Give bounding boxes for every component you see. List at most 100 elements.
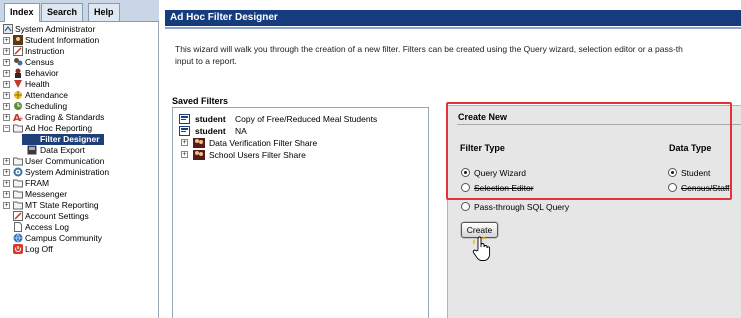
intro-line-1: This wizard will walk you through the cr… (175, 44, 683, 54)
tree-item-log-off[interactable]: Log Off (0, 244, 158, 255)
folder-icon (13, 179, 23, 188)
tree-item-label: Campus Community (25, 233, 102, 243)
tree-item-ad-hoc-reporting[interactable]: − Ad Hoc Reporting (0, 123, 158, 134)
tree-item-instruction[interactable]: + Instruction (0, 46, 158, 57)
title-divider (165, 27, 741, 29)
shared-folder-icon (193, 138, 205, 148)
expand-icon[interactable]: + (3, 59, 10, 66)
folder-icon (13, 190, 23, 199)
expand-icon[interactable]: + (3, 180, 10, 187)
saved-filter-type: student (195, 126, 226, 136)
tab-help[interactable]: Help (88, 3, 120, 21)
tree-item-label: System Administration (25, 167, 110, 177)
tab-index[interactable]: Index (4, 3, 40, 22)
expand-icon[interactable]: + (3, 169, 10, 176)
saved-filters-list: student Copy of Free/Reduced Meal Studen… (172, 107, 429, 318)
intro-text: This wizard will walk you through the cr… (175, 43, 741, 67)
shared-folder-icon (193, 150, 205, 160)
svg-text:+: + (18, 115, 23, 122)
tree-item-scheduling[interactable]: + Scheduling (0, 101, 158, 112)
student-info-icon (13, 35, 23, 45)
tree-item-system-administrator[interactable]: System Administrator (0, 24, 158, 35)
saved-filter-name: Data Verification Filter Share (209, 138, 318, 148)
expand-icon[interactable]: + (3, 92, 10, 99)
tree-item-system-administration[interactable]: + System Administration (0, 167, 158, 178)
system-admin-icon (13, 167, 23, 177)
expand-icon[interactable]: + (3, 202, 10, 209)
expand-icon[interactable]: + (3, 48, 10, 55)
expand-icon[interactable]: + (3, 37, 10, 44)
saved-filters-heading: Saved Filters (172, 96, 229, 106)
tree-item-filter-designer[interactable]: Filter Designer (0, 134, 158, 145)
account-settings-icon (13, 211, 23, 221)
tree-item-label: Grading & Standards (25, 112, 105, 122)
tree-item-label: Census (25, 57, 54, 67)
tree-item-label: FRAM (25, 178, 50, 188)
saved-filter-name: School Users Filter Share (209, 150, 306, 160)
tree-item-label: Filter Designer (22, 134, 104, 145)
tree-item-label: User Communication (25, 156, 105, 166)
intro-line-2: input to a report. (175, 56, 237, 66)
tree-item-label: Data Export (40, 145, 85, 155)
hand-pointer-icon (472, 236, 491, 261)
tree-item-student-information[interactable]: + Student Information (0, 35, 158, 46)
tree-item-label: Log Off (25, 244, 53, 254)
tree-item-label: Scheduling (25, 101, 68, 111)
campus-community-icon (13, 233, 23, 243)
expand-icon[interactable]: + (3, 158, 10, 165)
saved-filter-name: NA (235, 126, 247, 136)
expand-icon[interactable]: + (3, 81, 10, 88)
tree-item-label: Account Settings (25, 211, 89, 221)
query-filter-icon (179, 114, 190, 124)
page-title-bar: Ad Hoc Filter Designer (165, 10, 741, 26)
health-icon (14, 80, 22, 88)
tree-item-fram[interactable]: + FRAM (0, 178, 158, 189)
tree-item-campus-community[interactable]: Campus Community (0, 233, 158, 244)
tree-item-data-export[interactable]: Data Export (0, 145, 158, 156)
saved-filter-name: Copy of Free/Reduced Meal Students (235, 114, 378, 124)
behavior-icon (15, 68, 21, 78)
tree-item-health[interactable]: + Health (0, 79, 158, 90)
expand-icon[interactable]: + (3, 103, 10, 110)
tree-item-behavior[interactable]: + Behavior (0, 68, 158, 79)
scheduling-icon (14, 102, 22, 110)
tree-item-census[interactable]: + Census (0, 57, 158, 68)
page-title: Ad Hoc Filter Designer (170, 12, 278, 23)
tab-search[interactable]: Search (41, 3, 84, 21)
tree-item-label: Access Log (25, 222, 69, 232)
radio-button[interactable] (461, 202, 470, 211)
expand-icon[interactable]: + (181, 151, 188, 158)
tree-item-account-settings[interactable]: Account Settings (0, 211, 158, 222)
tree-item-attendance[interactable]: + Attendance (0, 90, 158, 101)
expand-icon[interactable]: + (3, 114, 10, 121)
tree-item-label: System Administrator (15, 24, 96, 34)
folder-icon (13, 201, 23, 210)
data-export-icon (27, 145, 37, 155)
tab-strip: Index Search Help (0, 0, 159, 22)
tree-item-label: Behavior (25, 68, 59, 78)
tree-item-grading-standards[interactable]: + A + Grading & Standards (0, 112, 158, 123)
saved-filter-type: student (195, 114, 226, 124)
collapse-icon[interactable]: − (3, 125, 10, 132)
query-filter-icon (179, 126, 190, 136)
radio-label: Pass-through SQL Query (474, 202, 570, 212)
expand-icon[interactable]: + (3, 70, 10, 77)
highlight-box (446, 102, 732, 200)
expand-icon[interactable]: + (3, 191, 10, 198)
instruction-icon (13, 46, 23, 56)
expand-icon[interactable]: + (181, 139, 188, 146)
admin-icon (3, 24, 13, 34)
census-icon (14, 58, 23, 66)
attendance-icon (14, 91, 22, 99)
tree-item-messenger[interactable]: + Messenger (0, 189, 158, 200)
tree-item-label: Instruction (25, 46, 65, 56)
tree-item-user-communication[interactable]: + User Communication (0, 156, 158, 167)
left-navigation-panel: Index Search Help System Administrator +… (0, 0, 159, 318)
log-off-icon (13, 244, 23, 254)
tree-item-mt-state-reporting[interactable]: + MT State Reporting (0, 200, 158, 211)
tree-item-label: MT State Reporting (25, 200, 99, 210)
folder-icon (13, 124, 23, 133)
tree-item-label: Messenger (25, 189, 68, 199)
tree-item-label: Ad Hoc Reporting (25, 123, 93, 133)
tree-item-access-log[interactable]: Access Log (0, 222, 158, 233)
